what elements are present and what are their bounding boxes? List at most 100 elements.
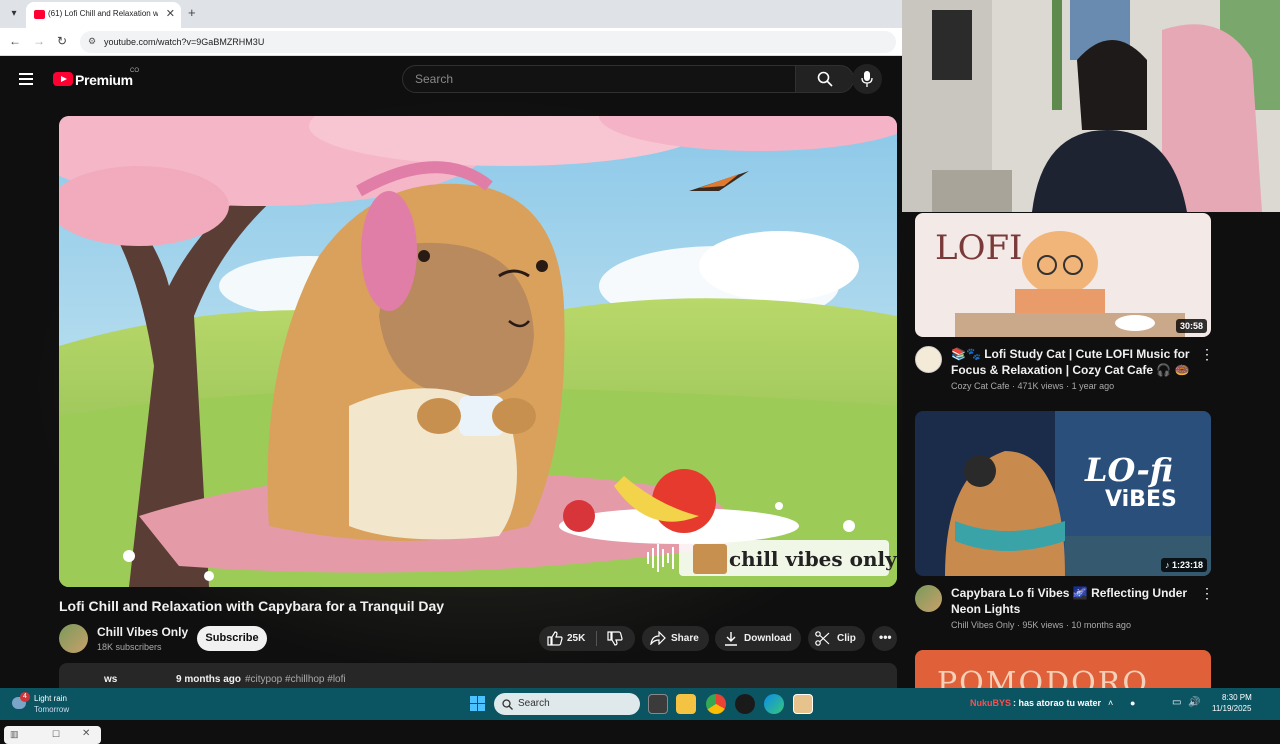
clock-time[interactable]: 8:30 PM [1222,693,1252,702]
new-tab-icon[interactable]: + [188,5,196,20]
tab-title: (61) Lofi Chill and Relaxation w [48,9,158,18]
webcam-image [902,0,1280,212]
channel-avatar[interactable] [915,585,942,612]
tray-chevron-icon[interactable]: ˄ [1108,698,1113,708]
sidebar-views: 95K views [1022,620,1064,630]
chat-message: : has atorao tu water [1013,698,1102,708]
edge-icon[interactable] [764,694,784,714]
sidebar-channel[interactable]: Cozy Cat Cafe [951,381,1010,391]
share-button[interactable]: Share [642,626,709,651]
right-panel: LOFI 30:58 📚🐾 Lofi Study Cat | Cute LOFI… [902,0,1280,688]
search-icon [817,71,833,87]
youtube-favicon-icon [34,10,45,19]
volume-icon[interactable]: 🔊 [1188,697,1200,708]
duration-badge: ♪ 1:23:18 [1160,558,1207,572]
clip-button[interactable]: Clip [808,626,865,651]
view-count: ws [104,674,118,685]
sidebar-video-meta: Chill Vibes Only · 95K views · 10 months… [951,620,1131,630]
youtube-play-icon [53,72,73,86]
active-app-icon[interactable] [793,694,813,714]
weather-text[interactable]: Light rain [34,694,67,703]
browser-tab-bar: ▾ (61) Lofi Chill and Relaxation w ✕ + [0,0,902,28]
reload-icon[interactable]: ↻ [57,34,67,48]
more-horizontal-icon: ••• [879,630,892,644]
channel-name[interactable]: Chill Vibes Only [97,625,188,639]
sidebar-age: 1 year ago [1071,381,1115,391]
search-input[interactable] [402,65,796,93]
clip-label: Clip [837,633,856,644]
snap-icon[interactable]: ▥ [10,729,19,740]
more-actions-button[interactable]: ••• [872,626,897,651]
search-button[interactable] [795,65,854,93]
sidebar-thumbnail[interactable]: LO-fi ViBES ♪ 1:23:18 [915,411,1211,576]
task-view-icon[interactable] [648,694,668,714]
maximize-icon[interactable]: ☐ [52,729,60,740]
voice-search-button[interactable] [852,64,882,94]
url-field[interactable]: ⚙ youtube.com/watch?v=9GaBMZRHM3U [80,31,896,53]
tab-search-button[interactable]: ▾ [4,4,24,24]
thumbnail-image: LOFI [915,213,1211,337]
taskbar: 4 Light rain Tomorrow Search NukuBYS : h… [0,688,1280,720]
duration-badge: 30:58 [1175,319,1207,333]
more-vertical-icon[interactable]: ⋮ [1200,346,1214,363]
video-title: Lofi Chill and Relaxation with Capybara … [59,598,445,614]
channel-avatar[interactable] [59,624,88,653]
share-icon [650,631,666,645]
scissors-icon [815,631,830,646]
subscribe-button[interactable]: Subscribe [197,626,267,651]
sidebar-video-title[interactable]: 📚🐾 Lofi Study Cat | Cute LOFI Music for … [951,346,1191,378]
subscriber-count: 18K subscribers [97,642,162,652]
download-label: Download [744,633,792,644]
description-box[interactable]: ws 9 months ago #citypop #chillhop #lofi [59,663,897,688]
taskbar-search[interactable]: Search [494,693,640,715]
webcam-overlay [902,0,1280,212]
tray-app-icon[interactable]: ● [1130,698,1135,708]
chrome-icon[interactable] [706,694,726,714]
video-player[interactable]: chill vibes only [59,116,897,587]
network-icon[interactable]: ▭ [1172,697,1181,708]
hashtags[interactable]: #citypop #chillhop #lofi [245,674,346,685]
site-info-icon[interactable]: ⚙ [88,36,96,47]
sidebar-thumbnail[interactable]: POMODORO [915,650,1211,688]
like-count: 25K [567,633,586,644]
sidebar-views: 471K views [1017,381,1064,391]
sidebar-channel[interactable]: Chill Vibes Only [951,620,1014,630]
share-label: Share [671,633,699,644]
browser-tab[interactable]: (61) Lofi Chill and Relaxation w ✕ [26,2,181,28]
address-bar-row: ← → ↻ ⚙ youtube.com/watch?v=9GaBMZRHM3U [0,28,902,56]
logo-country-code: CO [130,68,139,74]
taskbar-search-label: Search [518,698,550,709]
forward-icon[interactable]: → [33,34,45,48]
search-icon [502,699,513,710]
file-explorer-icon[interactable] [676,694,696,714]
menu-icon[interactable] [19,73,33,85]
logo-text: Premium [75,72,133,88]
overlay-text: chill vibes only [729,547,897,571]
thumbs-down-icon [607,631,623,646]
snap-layout-popup[interactable]: ▥ ☐ ✕ [4,726,101,744]
windows-start-icon[interactable] [470,696,486,712]
sidebar-video-title[interactable]: Capybara Lo fi Vibes 🌌 Reflecting Under … [951,585,1191,617]
url-text: youtube.com/watch?v=9GaBMZRHM3U [104,37,265,47]
more-vertical-icon[interactable]: ⋮ [1200,585,1214,602]
thumbnail-text: LO-fi [1084,451,1173,489]
microphone-icon [861,71,873,87]
notification-badge: 4 [20,692,30,702]
back-icon[interactable]: ← [9,34,21,48]
thumbs-up-icon [547,631,563,646]
video-frame: chill vibes only [59,116,897,587]
close-tab-icon[interactable]: ✕ [166,7,175,20]
channel-avatar[interactable] [915,346,942,373]
like-button[interactable]: 25K [539,626,595,651]
sidebar-age: 10 months ago [1071,620,1131,630]
download-button[interactable]: Download [715,626,801,651]
dislike-button[interactable] [597,626,635,651]
sidebar-thumbnail[interactable]: LOFI 30:58 [915,213,1211,337]
thumbnail-text: POMODORO [937,666,1149,688]
alien-app-icon[interactable] [735,694,755,714]
search-bar [402,65,854,93]
close-icon[interactable]: ✕ [82,728,90,739]
like-dislike-group: 25K [539,626,635,651]
clock-date[interactable]: 11/19/2025 [1212,704,1251,713]
thumbnail-text: ViBES [1105,487,1177,512]
